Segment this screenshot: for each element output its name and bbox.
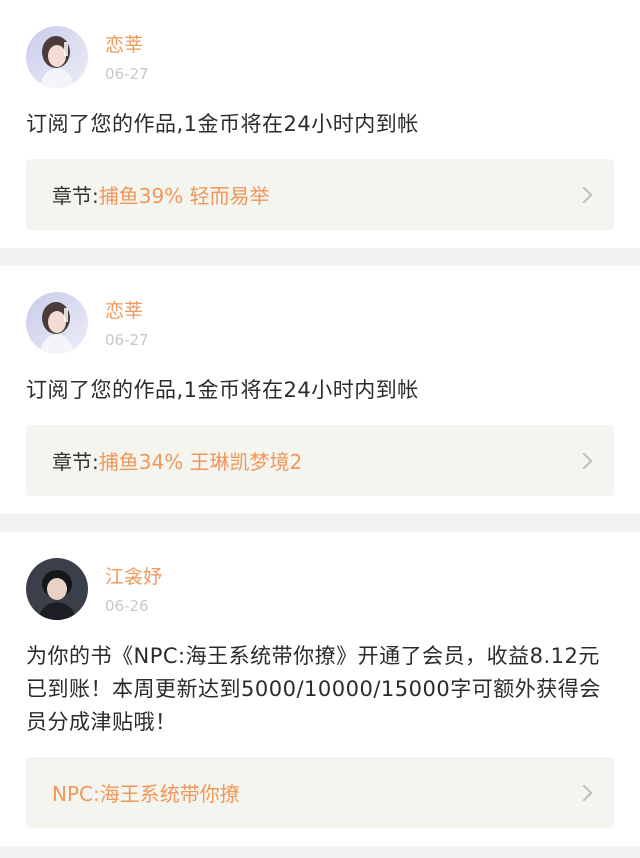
book-link[interactable]: NPC:海王系统带你撩 [26, 757, 614, 828]
notification-message: 订阅了您的作品,1金币将在24小时内到帐 [26, 112, 419, 136]
chapter-link[interactable]: 章节: 捕鱼39% 轻而易举 [26, 159, 614, 230]
avatar[interactable] [26, 292, 88, 354]
link-title: NPC:海王系统带你撩 [52, 782, 240, 806]
notification-header: 江衾妤 06-26 [26, 558, 614, 622]
chevron-right-icon [575, 452, 593, 469]
link-title: 捕鱼39% 轻而易举 [98, 184, 270, 208]
notification-message: 为你的书《NPC:海王系统带你撩》开通了会员，收益8.12元已到账！本周更新达到… [26, 644, 601, 734]
timestamp: 06-27 [105, 331, 149, 349]
link-title: 捕鱼34% 王琳凯梦境2 [98, 450, 303, 474]
sender-name[interactable]: 恋莘 [105, 300, 149, 322]
link-prefix: 章节: [52, 184, 99, 208]
chapter-link[interactable]: 章节: 捕鱼34% 王琳凯梦境2 [26, 425, 614, 496]
notification-card: 江衾妤 06-26 为你的书《NPC:海王系统带你撩》开通了会员，收益8.12元… [0, 532, 640, 846]
avatar-girl-icon [26, 26, 88, 88]
chevron-right-icon [575, 186, 593, 203]
timestamp: 06-27 [105, 65, 149, 83]
notification-header: 恋莘 06-27 [26, 292, 614, 356]
avatar[interactable] [26, 558, 88, 620]
sender-name[interactable]: 江衾妤 [105, 566, 162, 588]
timestamp: 06-26 [105, 597, 149, 615]
notification-card: 恋莘 06-27 订阅了您的作品,1金币将在24小时内到帐 章节: 捕鱼39% … [0, 0, 640, 248]
notification-message: 订阅了您的作品,1金币将在24小时内到帐 [26, 378, 419, 402]
notification-feed: 恋莘 06-27 订阅了您的作品,1金币将在24小时内到帐 章节: 捕鱼39% … [0, 0, 640, 846]
sender-name[interactable]: 恋莘 [105, 34, 149, 56]
avatar-boy-icon [26, 558, 88, 620]
notification-card: 恋莘 06-27 订阅了您的作品,1金币将在24小时内到帐 章节: 捕鱼34% … [0, 266, 640, 514]
chevron-right-icon [575, 784, 593, 801]
link-prefix: 章节: [52, 450, 99, 474]
avatar[interactable] [26, 26, 88, 88]
avatar-girl-icon [26, 292, 88, 354]
notification-header: 恋莘 06-27 [26, 26, 614, 90]
